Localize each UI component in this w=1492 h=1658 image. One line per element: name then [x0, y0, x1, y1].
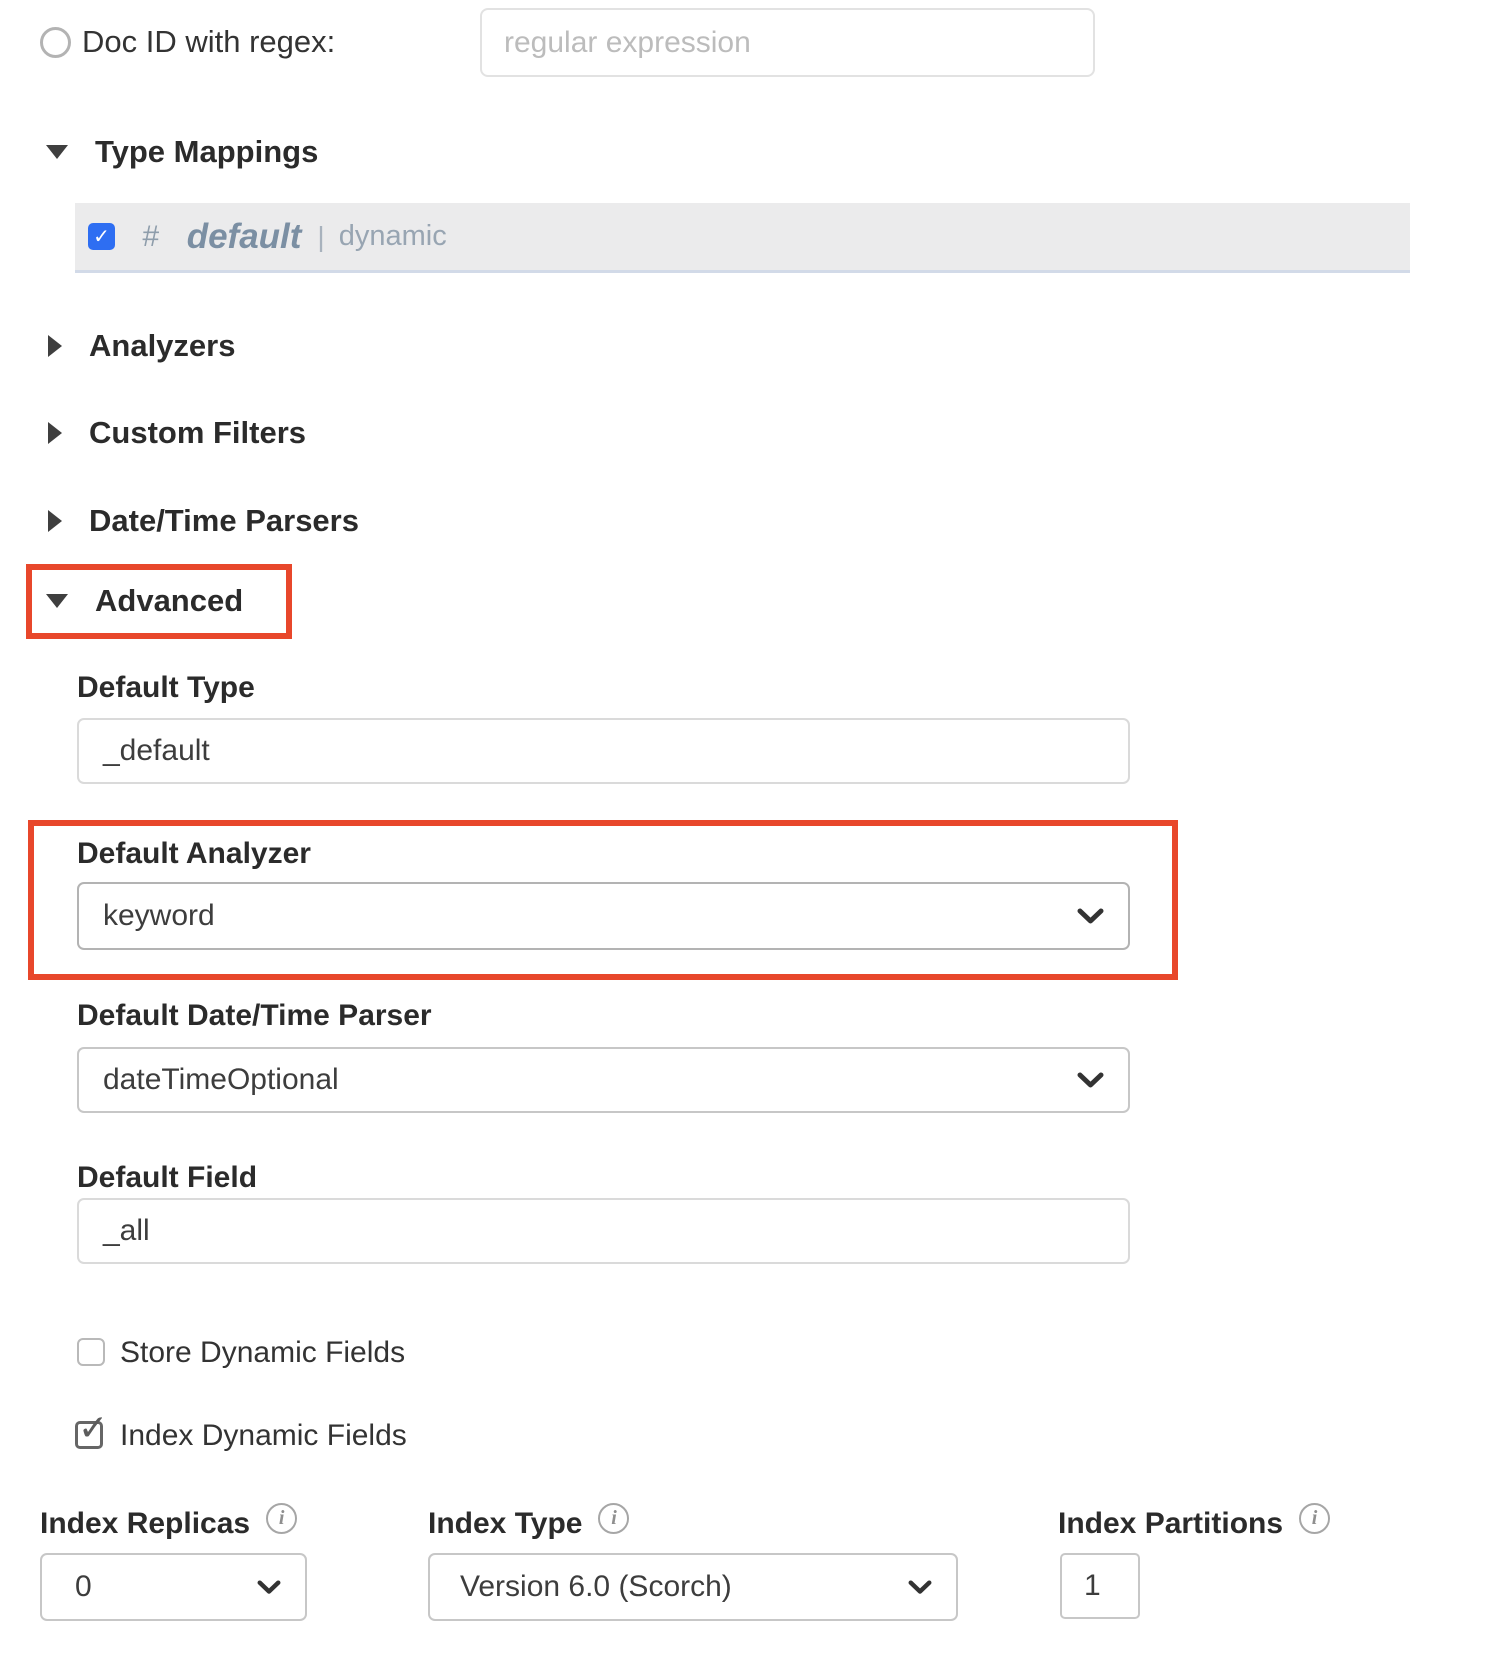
section-type-mappings-label: Type Mappings: [95, 134, 319, 169]
section-analyzers-label: Analyzers: [89, 328, 236, 363]
chevron-down-icon: [1077, 1072, 1104, 1087]
default-datetime-parser-select[interactable]: dateTimeOptional: [77, 1047, 1130, 1113]
index-type-select[interactable]: Version 6.0 (Scorch): [428, 1553, 958, 1621]
default-analyzer-label: Default Analyzer: [77, 837, 311, 870]
index-partitions-label-row: Index Partitions i: [1058, 1502, 1331, 1542]
index-partitions-input[interactable]: 1: [1060, 1553, 1140, 1619]
default-type-value: _default: [103, 734, 210, 767]
info-icon[interactable]: i: [598, 1502, 630, 1534]
index-type-label: Index Type: [428, 1507, 583, 1540]
chevron-expanded-icon: [46, 145, 68, 159]
default-datetime-parser-value: dateTimeOptional: [103, 1063, 339, 1096]
index-partitions-label: Index Partitions: [1058, 1507, 1284, 1540]
default-datetime-parser-label: Default Date/Time Parser: [77, 999, 432, 1032]
chevron-down-icon: [908, 1579, 932, 1594]
section-custom-filters[interactable]: Custom Filters: [48, 414, 306, 452]
default-analyzer-value: keyword: [103, 899, 215, 932]
index-partitions-value: 1: [1084, 1569, 1101, 1602]
index-dynamic-fields-checkbox[interactable]: ✓: [75, 1410, 108, 1449]
fts-index-settings-form: Doc ID with regex: Type Mappings ✓ # def…: [0, 0, 1492, 1658]
index-type-label-row: Index Type i: [428, 1502, 630, 1542]
section-date-time-parsers-label: Date/Time Parsers: [89, 503, 359, 538]
type-mapping-row[interactable]: ✓ # default | dynamic: [75, 203, 1410, 273]
index-replicas-value: 0: [75, 1570, 92, 1603]
index-type-value: Version 6.0 (Scorch): [460, 1570, 732, 1603]
section-date-time-parsers[interactable]: Date/Time Parsers: [48, 502, 359, 540]
checkmark-icon: ✓: [93, 226, 110, 248]
index-replicas-select[interactable]: 0: [40, 1553, 307, 1621]
section-advanced-label: Advanced: [95, 583, 244, 618]
section-analyzers[interactable]: Analyzers: [48, 327, 235, 365]
default-type-label: Default Type: [77, 671, 255, 704]
type-mapping-name: default: [186, 216, 302, 256]
info-icon[interactable]: i: [266, 1502, 298, 1534]
index-replicas-label: Index Replicas: [40, 1507, 251, 1540]
chevron-down-icon: [1077, 908, 1104, 923]
type-mapping-mode: dynamic: [338, 220, 447, 252]
default-type-input[interactable]: _default: [77, 718, 1130, 784]
section-advanced[interactable]: Advanced: [46, 582, 243, 620]
default-analyzer-select[interactable]: keyword: [77, 882, 1130, 950]
default-field-value: _all: [103, 1214, 150, 1247]
chevron-collapsed-icon: [48, 510, 62, 532]
section-type-mappings[interactable]: Type Mappings: [46, 133, 318, 171]
index-dynamic-fields-label: Index Dynamic Fields: [120, 1419, 407, 1452]
index-replicas-label-row: Index Replicas i: [40, 1502, 298, 1542]
doc-id-regex-radio[interactable]: [40, 27, 71, 58]
type-mapping-checkbox[interactable]: ✓: [88, 223, 115, 250]
chevron-collapsed-icon: [48, 422, 62, 444]
doc-id-regex-label: Doc ID with regex:: [82, 24, 336, 59]
checkmark-icon: ✓: [78, 1407, 109, 1448]
section-custom-filters-label: Custom Filters: [89, 415, 307, 450]
chevron-down-icon: [257, 1579, 281, 1594]
default-field-input[interactable]: _all: [77, 1198, 1130, 1264]
chevron-expanded-icon: [46, 594, 68, 608]
type-mapping-hash: #: [142, 219, 159, 253]
type-mapping-separator: |: [317, 220, 325, 252]
info-icon[interactable]: i: [1299, 1502, 1331, 1534]
store-dynamic-fields-label: Store Dynamic Fields: [120, 1336, 406, 1369]
doc-id-regex-input[interactable]: [480, 8, 1095, 77]
store-dynamic-fields-checkbox[interactable]: [77, 1338, 105, 1366]
chevron-collapsed-icon: [48, 335, 62, 357]
default-field-label: Default Field: [77, 1161, 258, 1194]
